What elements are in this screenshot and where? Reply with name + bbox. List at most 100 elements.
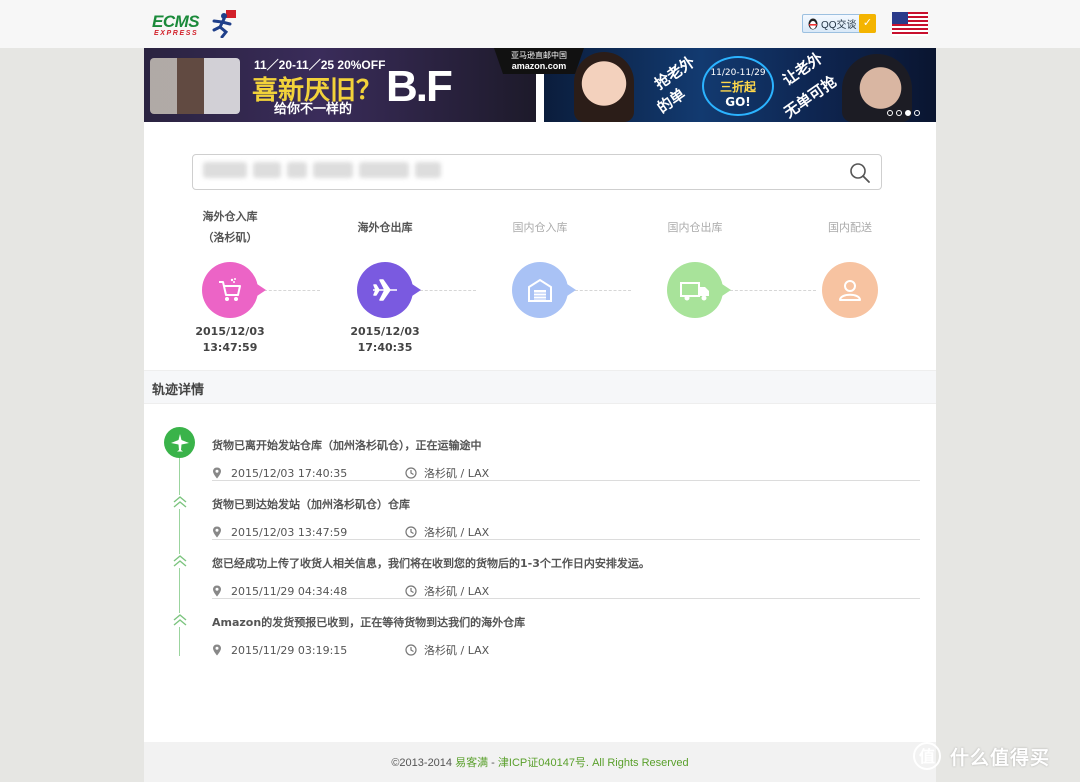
footer-icp-link[interactable]: 津ICP证040147号. [498,757,589,769]
qq-chat-button[interactable]: QQ交谈 ✓ [802,14,876,33]
banner-discount-circle: 11/20-11/29 三折起 GO! [702,56,774,116]
banner-circle-date: 11/20-11/29 [710,68,766,78]
search-icon[interactable] [849,162,871,184]
footer-company-link[interactable]: 易客满 [455,757,488,769]
banner-products-image [150,58,240,114]
warehouse-icon [528,278,552,302]
event-location: 洛杉矶 / LAX [424,467,490,480]
event-time: 2015/11/29 04:34:48 [231,584,348,598]
airplane-icon [170,433,189,451]
amazon-tag-label: 亚马逊直邮中国 [511,51,567,60]
location-pin-icon [213,467,221,479]
clock-icon [405,585,417,597]
clock-icon [405,526,417,538]
step-domestic-delivery: 国内配送 [780,206,920,318]
banner-right-slide[interactable]: 抢老外 的单 11/20-11/29 三折起 GO! 让老外 无单可抢 [544,48,936,122]
carousel-dot[interactable] [914,110,920,116]
event-meta: 2015/11/29 03:19:15 洛杉矶 / LAX [212,642,920,658]
event-title: Amazon的发货预报已收到，正在等待货物到达我们的海外仓库 [212,616,526,629]
carousel-dot[interactable] [896,110,902,116]
step-domestic-outbound: 国内仓出库 [625,206,765,318]
chevron-up-icon [172,613,188,627]
svg-text:值: 值 [919,747,935,766]
tracking-timeline: 货物已离开始发站仓库（加州洛杉矶仓），正在运输途中 2015/12/03 17:… [144,422,936,662]
progress-steps: 海外仓入库 （洛杉矶） 2015/12/03 13:47:59 海外仓出库 20… [144,206,936,366]
step-circle [512,262,576,318]
site-header: ECMS EXPRESS QQ交谈 ✓ [0,0,1080,48]
step-title: 海外仓出库 [315,206,455,248]
banner-left-sub: 给你不一样的 [274,102,353,117]
event-time: 2015/11/29 03:19:15 [231,643,348,657]
carousel-dot-active[interactable] [905,110,911,116]
chevron-up-icon [172,495,188,509]
timeline-event: 货物已离开始发站仓库（加州洛杉矶仓），正在运输途中 2015/12/03 17:… [212,422,920,481]
us-flag-icon[interactable] [892,12,928,36]
step-domestic-inbound: 国内仓入库 [470,206,610,318]
event-time: 2015/12/03 17:40:35 [231,466,348,480]
step-overseas-inbound: 海外仓入库 （洛杉矶） 2015/12/03 13:47:59 [160,206,300,356]
step-title: 海外仓入库 （洛杉矶） [160,206,300,248]
footer-rights: All Rights Reserved [592,757,689,769]
event-meta: 2015/12/03 13:47:59 洛杉矶 / LAX [212,524,920,540]
amazon-tag-brand: amazon.com [511,61,567,71]
watermark-text: 什么值得买 [950,746,1051,769]
banner-circle-go: GO! [725,95,751,109]
clock-icon [405,644,417,656]
smzdm-watermark: 值 什么值得买 [912,740,1050,772]
timeline-event: 货物已到达始发站（加州洛杉矶仓）仓库 2015/12/03 13:47:59 洛… [212,481,920,540]
step-datetime: 2015/12/03 17:40:35 [315,324,455,356]
step-subtitle-text: （洛杉矶） [202,231,258,244]
tracking-search-box [192,154,882,190]
carousel-dots [887,110,920,116]
event-title: 您已经成功上传了收货人相关信息，我们将在收到您的货物后的1-3个工作日内安排发运… [212,557,650,570]
timeline-event: 您已经成功上传了收货人相关信息，我们将在收到您的货物后的1-3个工作日内安排发运… [212,540,920,599]
event-time: 2015/12/03 13:47:59 [231,525,348,539]
event-location: 洛杉矶 / LAX [424,526,490,539]
step-date: 2015/12/03 [350,325,420,338]
carousel-dot[interactable] [887,110,893,116]
smzdm-logo-icon: 值 [913,742,941,770]
event-location: 洛杉矶 / LAX [424,644,490,657]
chevron-up-icon [172,554,188,568]
event-meta: 2015/12/03 17:40:35 洛杉矶 / LAX [212,465,920,481]
footer-copyright: ©2013-2014 [391,757,453,769]
step-title-text: 国内配送 [828,220,872,234]
step-title: 国内仓入库 [470,206,610,248]
logo-text: ECMS [152,12,200,31]
step-time: 17:40:35 [357,341,413,354]
banner-left-bf: B.F [386,62,453,111]
qq-penguin-icon [808,18,818,29]
cart-icon [219,278,241,301]
promo-banner[interactable]: 11／20-11／25 20%OFF 喜新厌旧？ 给你不一样的 B.F 亚马逊直… [144,48,936,122]
step-title-text: 国内仓出库 [667,220,723,234]
event-title: 货物已离开始发站仓库（加州洛杉矶仓），正在运输途中 [212,439,482,452]
step-circle [822,262,878,318]
step-title-text: 国内仓入库 [512,220,568,234]
footer-dash: - [488,757,498,769]
banner-woman-image [574,52,634,122]
airplane-icon [373,279,397,301]
details-header: 轨迹详情 [144,370,936,404]
person-icon [839,280,861,301]
timeline-airplane-icon [164,427,195,458]
timeline-event: Amazon的发货预报已收到，正在等待货物到达我们的海外仓库 2015/11/2… [212,599,920,658]
logo-subtext: EXPRESS [154,30,199,37]
step-overseas-outbound: 海外仓出库 2015/12/03 17:40:35 [315,206,455,356]
tracking-panel: 海外仓入库 （洛杉矶） 2015/12/03 13:47:59 海外仓出库 20… [144,122,936,742]
step-date: 2015/12/03 [195,325,265,338]
qq-chat-label: QQ交谈 [821,20,857,31]
ecms-logo[interactable]: ECMS EXPRESS [152,10,242,40]
banner-left-slide[interactable]: 11／20-11／25 20%OFF 喜新厌旧？ 给你不一样的 B.F [144,48,536,122]
tracking-number-input[interactable] [199,159,799,185]
banner-circle-discount: 三折起 [719,80,756,94]
amazon-tag: 亚马逊直邮中国 amazon.com [494,48,584,74]
step-time: 13:47:59 [202,341,258,354]
step-title-text: 海外仓出库 [357,220,413,234]
step-title-text: 海外仓入库 [202,210,258,223]
details-title: 轨迹详情 [152,383,205,398]
site-footer: ©2013-2014 易客满 - 津ICP证040147号. All Right… [144,742,936,782]
runner-logo-icon [212,10,236,38]
clock-icon [405,467,417,479]
event-title: 货物已到达始发站（加州洛杉矶仓）仓库 [212,498,410,511]
checkmark-icon: ✓ [859,14,876,33]
